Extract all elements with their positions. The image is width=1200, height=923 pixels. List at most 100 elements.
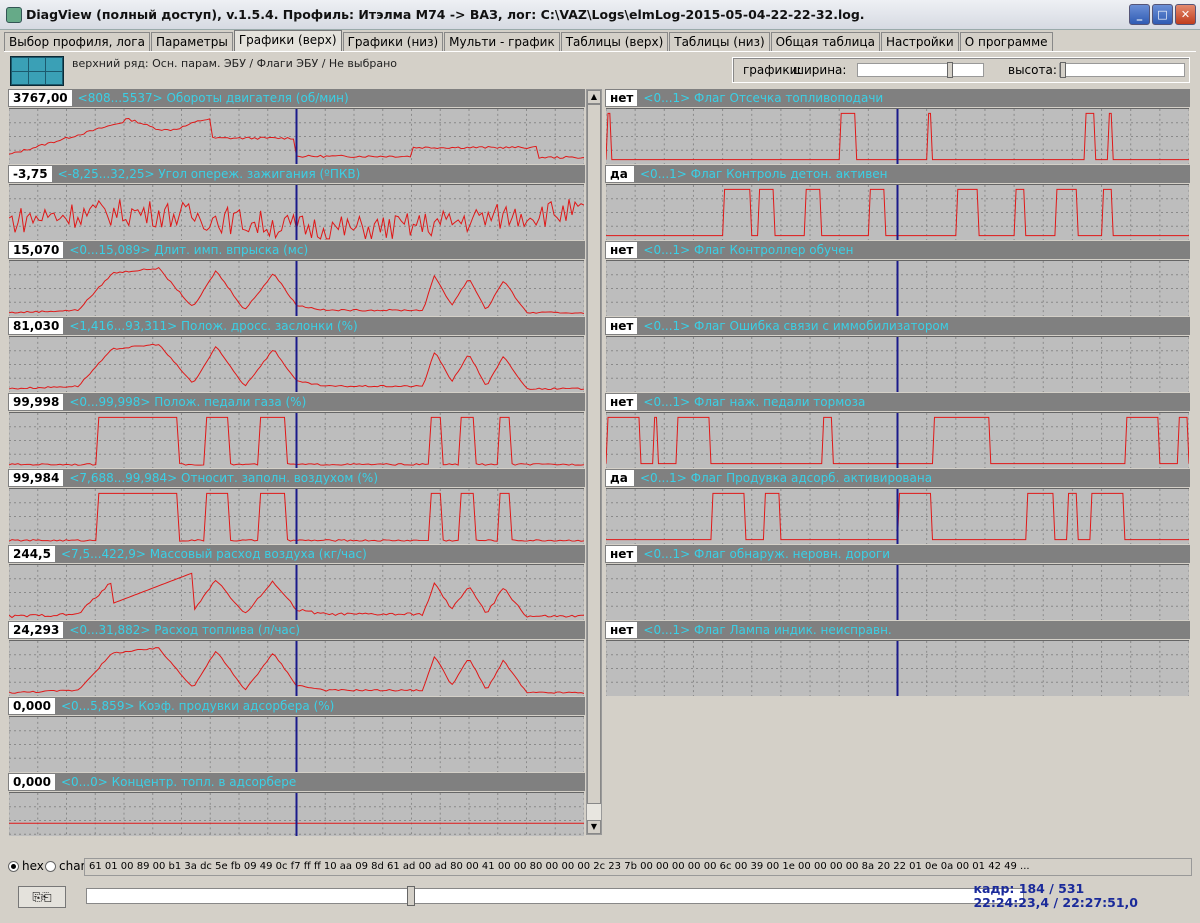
width-slider-thumb[interactable] [946,62,953,78]
chart-header: 0,000 <0...0> Концентр. топл. в адсорбер… [8,773,585,791]
chart-plot[interactable] [606,184,1189,240]
chart-label: <0...99,998> Полож. педали газа (%) [69,395,307,409]
chart-strip: -3,75 <-8,25...32,25> Угол опереж. зажиг… [8,165,585,241]
scroll-up-icon[interactable]: ▲ [587,90,601,104]
window-title: DiagView (полный доступ), v.1.5.4. Профи… [26,7,865,22]
chart-value: нет [606,546,638,562]
chart-svg [606,413,1189,468]
scroll-thumb[interactable] [587,104,601,804]
chart-plot[interactable] [606,260,1189,316]
chart-value: 99,998 [9,394,64,410]
chart-header: нет <0...1> Флаг Контроллер обучен [605,241,1190,259]
chart-svg [9,261,584,316]
chart-value: 244,5 [9,546,55,562]
tab-5[interactable]: Таблицы (верх) [560,32,669,51]
timeline-slider[interactable] [86,886,1024,906]
chart-plot[interactable] [606,108,1189,164]
chart-value: нет [606,90,638,106]
chart-svg [9,413,584,468]
copy-button[interactable]: ⎘⎗ [18,886,66,908]
width-slider[interactable] [857,62,984,78]
chart-strip: 24,293 <0...31,882> Расход топлива (л/ча… [8,621,585,697]
chart-plot[interactable] [9,108,584,164]
chart-strip: 0,000 <0...0> Концентр. топл. в адсорбер… [8,773,585,836]
chart-strip: нет <0...1> Флаг Лампа индик. неисправн. [605,621,1190,697]
chart-strip: 3767,00 <808...5537> Обороты двигателя (… [8,89,585,165]
layout-grid-icon[interactable] [10,56,64,86]
chart-header: нет <0...1> Флаг Ошибка связи с иммобили… [605,317,1190,335]
chart-svg [606,185,1189,240]
chart-plot[interactable] [9,260,584,316]
chart-value: нет [606,622,638,638]
chart-strip: нет <0...1> Флаг обнаруж. неровн. дороги [605,545,1190,621]
chart-plot[interactable] [606,412,1189,468]
chart-plot[interactable] [606,488,1189,544]
chart-plot[interactable] [9,792,584,836]
title-bar: DiagView (полный доступ), v.1.5.4. Профи… [0,0,1200,30]
chart-header: 0,000 <0...5,859> Коэф. продувки адсорбе… [8,697,585,715]
tab-3[interactable]: Графики (низ) [342,32,444,51]
vertical-scrollbar[interactable]: ▲ ▼ [586,89,602,835]
chart-label: <808...5537> Обороты двигателя (об/мин) [77,91,349,105]
chart-value: 99,984 [9,470,64,486]
tab-4[interactable]: Мульти - график [444,32,560,51]
tab-0[interactable]: Выбор профиля, лога [4,32,150,51]
chart-label: <0...5,859> Коэф. продувки адсорбера (%) [60,699,335,713]
chart-plot[interactable] [9,564,584,620]
tab-1[interactable]: Параметры [150,32,233,51]
toolbar: верхний ряд: Осн. парам. ЭБУ / Флаги ЭБУ… [4,51,1196,89]
right-flag-panel: нет <0...1> Флаг Отсечка топливоподачи д… [605,89,1190,836]
maximize-button[interactable]: □ [1152,4,1173,25]
chart-value: нет [606,394,638,410]
chart-strip: нет <0...1> Флаг Отсечка топливоподачи [605,89,1190,165]
chart-value: 3767,00 [9,90,72,106]
tab-9[interactable]: О программе [959,32,1053,51]
chart-svg [606,565,1189,620]
chart-label: <0...1> Флаг Отсечка топливоподачи [643,91,884,105]
minimize-button[interactable]: _ [1129,4,1150,25]
chart-label: <0...1> Флаг Лампа индик. неисправн. [643,623,892,637]
chart-header: 99,984 <7,688...99,984> Относит. заполн.… [8,469,585,487]
chart-plot[interactable] [9,488,584,544]
chart-plot[interactable] [606,564,1189,620]
chart-plot[interactable] [9,716,584,772]
chart-plot[interactable] [9,184,584,240]
chart-svg [606,489,1189,544]
chart-plot[interactable] [606,640,1189,696]
chart-plot[interactable] [9,412,584,468]
chart-svg [9,793,584,836]
chart-plot[interactable] [9,336,584,392]
chart-strip: 244,5 <7,5...422,9> Массовый расход возд… [8,545,585,621]
width-label: ширина: [793,63,847,77]
height-slider[interactable] [1059,62,1185,78]
left-graph-panel: 3767,00 <808...5537> Обороты двигателя (… [8,89,585,836]
tab-6[interactable]: Таблицы (низ) [669,32,770,51]
chart-value: нет [606,318,638,334]
frame-info: кадр: 184 / 531 22:24:23,4 / 22:27:51,0 [973,882,1138,910]
chart-plot[interactable] [606,336,1189,392]
chart-value: 0,000 [9,774,55,790]
chart-svg [9,337,584,392]
height-slider-thumb[interactable] [1060,62,1066,78]
chart-header: нет <0...1> Флаг наж. педали тормоза [605,393,1190,411]
char-radio[interactable] [45,861,56,872]
hex-radio[interactable] [8,861,19,872]
scroll-down-icon[interactable]: ▼ [587,820,601,834]
tab-7[interactable]: Общая таблица [770,32,880,51]
chart-svg [606,109,1189,164]
close-button[interactable]: ✕ [1175,4,1196,25]
tab-8[interactable]: Настройки [880,32,959,51]
chart-label: <1,416...93,311> Полож. дросс. заслонки … [69,319,358,333]
chart-plot[interactable] [9,640,584,696]
chart-strip: нет <0...1> Флаг наж. педали тормоза [605,393,1190,469]
chart-label: <0...1> Флаг наж. педали тормоза [643,395,866,409]
chart-header: нет <0...1> Флаг Лампа индик. неисправн. [605,621,1190,639]
chart-header: 3767,00 <808...5537> Обороты двигателя (… [8,89,585,107]
chart-label: <7,688...99,984> Относит. заполн. воздух… [69,471,378,485]
tab-2[interactable]: Графики (верх) [233,30,342,51]
chart-strip: 81,030 <1,416...93,311> Полож. дросс. за… [8,317,585,393]
frame-time: 22:24:23,4 / 22:27:51,0 [973,895,1138,910]
chart-label: <0...0> Концентр. топл. в адсорбере [60,775,297,789]
timeline-thumb[interactable] [407,886,416,906]
chart-strip: нет <0...1> Флаг Ошибка связи с иммобили… [605,317,1190,393]
